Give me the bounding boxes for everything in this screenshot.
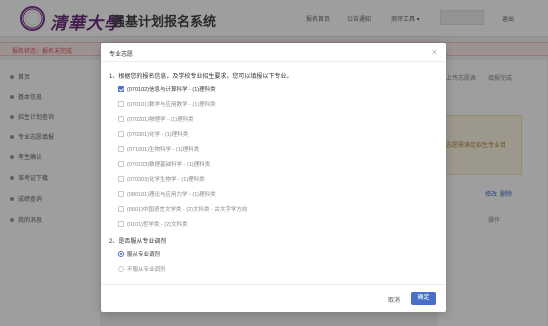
checkbox[interactable] — [118, 131, 124, 137]
radio-checked[interactable] — [118, 251, 124, 257]
checkbox[interactable] — [118, 191, 124, 197]
major-choice-dialog: 专业志愿 × 1、根据您的报名信息，及学校专业招生要求，您可以填报以下专业。 (… — [101, 43, 446, 312]
major-option[interactable]: (0101)哲学类 - (2)文科类 — [118, 220, 188, 228]
cancel-button[interactable]: 取消 — [388, 295, 400, 304]
major-option[interactable]: (070103)数理基础科学 - (1)理科类 — [118, 160, 210, 168]
major-option[interactable]: (070201)物理学 - (1)理科类 — [118, 115, 194, 123]
checkbox[interactable] — [118, 221, 124, 227]
checkbox[interactable] — [118, 176, 124, 182]
checkbox[interactable] — [118, 101, 124, 107]
major-option[interactable]: (070303)化学生物学 - (1)理科类 — [118, 175, 205, 183]
major-option-label: (070103)数理基础科学 - (1)理科类 — [127, 162, 211, 168]
major-option-label: (070301)化学 - (1)理科类 — [127, 132, 189, 138]
confirm-button[interactable]: 确定 — [411, 292, 436, 305]
checkbox[interactable] — [118, 146, 124, 152]
adjustment-option-label: 不服从专业调剂 — [127, 267, 166, 273]
major-option-label: (070102)信息与计算科学 - (1)理科类 — [127, 87, 216, 93]
close-icon[interactable]: × — [432, 47, 437, 57]
major-option[interactable]: (0501)中国语言文学类 - (2)文科类 - 古文字学方向 — [118, 205, 247, 213]
major-option-label: (0101)哲学类 - (2)文科类 — [127, 222, 188, 228]
dialog-header: 专业志愿 × — [101, 43, 446, 62]
checkbox[interactable] — [118, 161, 124, 167]
checkbox[interactable] — [118, 206, 124, 212]
major-option-label: (080101)理论与应用力学 - (1)理科类 — [127, 192, 216, 198]
major-option-label: (071001)生物科学 - (1)理科类 — [127, 147, 200, 153]
major-option-label: (070101)数学与应用数学 - (1)理科类 — [127, 102, 216, 108]
major-option[interactable]: (071001)生物科学 - (1)理科类 — [118, 145, 199, 153]
adjustment-option-accept[interactable]: 服从专业调剂 — [118, 250, 160, 258]
adjustment-option-label: 服从专业调剂 — [127, 252, 161, 258]
major-option[interactable]: (080101)理论与应用力学 - (1)理科类 — [118, 190, 216, 198]
question-adjustment: 2、是否服从专业调剂 — [109, 239, 167, 245]
major-option[interactable]: (070101)数学与应用数学 - (1)理科类 — [118, 100, 216, 108]
major-option-label: (0501)中国语言文学类 - (2)文科类 - 古文字学方向 — [127, 207, 248, 213]
dialog-title: 专业志愿 — [109, 52, 134, 58]
major-option-label: (070303)化学生物学 - (1)理科类 — [127, 177, 205, 183]
dialog-footer: 取消 确定 — [101, 284, 446, 312]
question-majors: 1、根据您的报名信息，及学校专业招生要求，您可以填报以下专业。 — [109, 74, 293, 80]
radio[interactable] — [118, 266, 124, 272]
checkbox[interactable] — [118, 116, 124, 122]
major-option-label: (070201)物理学 - (1)理科类 — [127, 117, 194, 123]
major-option[interactable]: (070102)信息与计算科学 - (1)理科类 — [118, 85, 216, 93]
adjustment-option-decline[interactable]: 不服从专业调剂 — [118, 265, 166, 273]
checkbox-checked[interactable] — [118, 86, 124, 92]
major-option[interactable]: (070301)化学 - (1)理科类 — [118, 130, 188, 138]
